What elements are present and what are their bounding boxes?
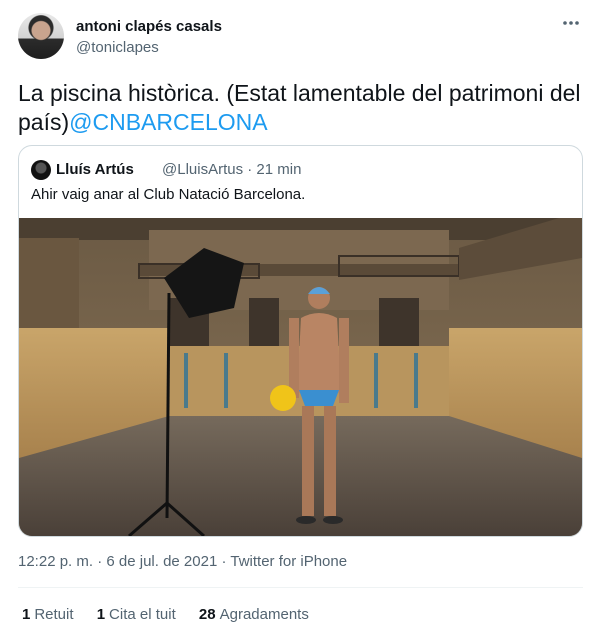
tweet-timestamp[interactable]: 12:22 p. m. · 6 de jul. de 2021 · Twitte…	[18, 553, 347, 570]
like-count: 28	[198, 606, 216, 623]
quote-label: Cita el tuit	[109, 606, 176, 623]
like-stat[interactable]: 28 Agradaments	[199, 606, 309, 623]
tweet-stats: 1 Retuit 1 Cita el tuit 28 Agradaments	[22, 606, 328, 623]
more-horizontal-icon[interactable]	[561, 15, 581, 31]
divider	[18, 587, 583, 588]
tweet-text: La piscina històrica. (Estat lamentable …	[18, 79, 583, 137]
quoted-author-meta: @LluisArtus · 21 min	[162, 161, 302, 178]
retweet-label: Retuit	[34, 606, 74, 623]
like-label: Agradaments	[219, 606, 309, 623]
author-avatar[interactable]	[18, 13, 64, 59]
quoted-author-avatar	[31, 160, 51, 180]
retweet-stat[interactable]: 1 Retuit	[22, 606, 74, 623]
quote-stat[interactable]: 1 Cita el tuit	[97, 606, 176, 623]
tweet-header: antoni clapés casals @toniclapes	[18, 13, 585, 61]
quote-count: 1	[96, 606, 106, 623]
quoted-tweet[interactable]: Lluís Artús @LluisArtus · 21 min Ahir va…	[18, 145, 583, 537]
quoted-tweet-text: Ahir vaig anar al Club Natació Barcelona…	[31, 186, 306, 203]
author-name[interactable]: antoni clapés casals	[76, 18, 222, 35]
quoted-photo[interactable]	[19, 218, 582, 536]
mention-link[interactable]: @CNBARCELONA	[69, 109, 267, 135]
quoted-author-name: Lluís Artús	[56, 161, 134, 178]
retweet-count: 1	[22, 606, 31, 623]
author-handle[interactable]: @toniclapes	[76, 39, 159, 56]
